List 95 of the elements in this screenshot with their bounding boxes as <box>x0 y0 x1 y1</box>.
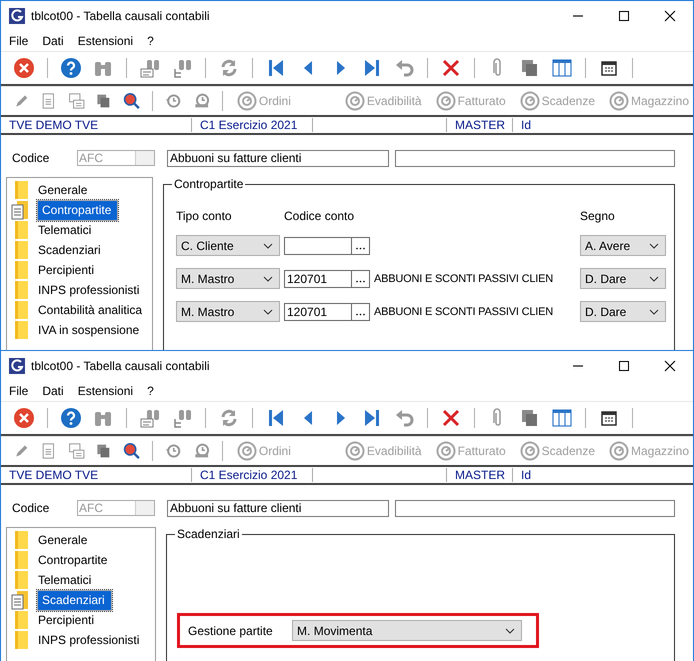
gauge-icon <box>236 91 257 111</box>
menu-item[interactable]: File <box>9 384 28 398</box>
ellipsis-icon <box>356 246 365 250</box>
section-item[interactable]: Percipienti <box>37 262 96 278</box>
gauge-icon <box>609 441 629 461</box>
lookup-button[interactable] <box>352 302 370 320</box>
delete-icon[interactable] <box>440 407 462 429</box>
input-field[interactable] <box>395 150 675 166</box>
group-title: Scadenziari <box>176 527 241 541</box>
section-item[interactable]: INPS professionisti <box>37 282 140 298</box>
status-field: MASTER <box>447 118 513 132</box>
close-icon[interactable] <box>664 10 676 22</box>
section-item[interactable]: Generale <box>37 182 88 198</box>
chevron-down-icon <box>649 308 659 314</box>
section-item[interactable]: Telematici <box>37 572 92 588</box>
section-item[interactable]: Contabilità analitica <box>37 302 144 318</box>
section-item[interactable]: INPS professionisti <box>37 632 140 648</box>
maximize-icon[interactable] <box>618 360 630 372</box>
gauge-icon <box>436 91 456 111</box>
close-circle-icon[interactable] <box>13 407 35 429</box>
section-item[interactable]: Scadenziari <box>37 242 102 258</box>
account-type-dropdown[interactable]: M. Mastro <box>176 268 280 289</box>
menu-item[interactable]: Estensioni <box>78 384 134 398</box>
chevron-down-icon <box>505 628 515 634</box>
account-type-dropdown[interactable]: M. Mastro <box>176 301 280 322</box>
gauge-icon <box>520 91 540 111</box>
gauge-icon <box>520 441 540 461</box>
window-layout-icon[interactable] <box>551 407 573 429</box>
status-field: C1 Esercizio 2021 <box>192 118 313 132</box>
magnifier-icon[interactable] <box>122 90 140 112</box>
status-field: C1 Esercizio 2021 <box>192 468 313 482</box>
app-logo-icon <box>9 8 25 24</box>
status-field: Id <box>513 468 532 482</box>
field-label: Gestione partite <box>188 624 274 638</box>
description-field[interactable]: Abbuoni su fatture clienti <box>167 500 389 516</box>
app-logo-icon <box>9 358 25 374</box>
help-icon[interactable] <box>60 57 82 79</box>
gauge-icon <box>609 91 629 111</box>
menu-item[interactable]: ? <box>147 384 154 398</box>
status-field: TVE DEMO TVE <box>1 468 192 482</box>
account-code-field[interactable]: 120701 <box>284 270 352 288</box>
chevron-down-icon <box>649 276 659 282</box>
chevron-down-icon <box>263 242 273 248</box>
input-field[interactable] <box>395 500 675 516</box>
column-header: Codice conto <box>284 209 356 223</box>
gauge-icon <box>236 441 257 461</box>
magnifier-icon[interactable] <box>122 440 140 462</box>
chevron-down-icon <box>649 242 659 248</box>
dropdown[interactable]: M. Movimenta <box>292 620 522 641</box>
group-title: Contropartite <box>173 177 244 191</box>
menu-item[interactable]: Dati <box>42 34 64 48</box>
field-label: Codice <box>12 151 50 165</box>
menu-item[interactable]: ? <box>147 34 154 48</box>
column-header: Tipo conto <box>176 209 233 223</box>
window-layout-icon[interactable] <box>551 57 573 79</box>
sign-dropdown[interactable]: D. Dare <box>580 301 666 322</box>
close-circle-icon[interactable] <box>13 57 35 79</box>
gauge-icon <box>436 441 456 461</box>
sign-dropdown[interactable]: A. Avere <box>580 235 666 256</box>
account-description: ABBUONI E SCONTI PASSIVI CLIEN <box>374 306 554 318</box>
status-field: Id <box>513 118 532 132</box>
section-item[interactable]: Telematici <box>37 222 92 238</box>
column-header: Segno <box>580 209 616 223</box>
menu-item[interactable]: Dati <box>42 384 64 398</box>
gauge-icon <box>344 91 365 111</box>
account-description: ABBUONI E SCONTI PASSIVI CLIEN <box>374 272 554 284</box>
ellipsis-icon <box>356 280 365 282</box>
field-label: Codice <box>12 501 50 515</box>
section-item[interactable]: Contropartite <box>37 200 118 220</box>
lookup-button[interactable] <box>352 270 370 288</box>
gauge-icon <box>344 441 365 461</box>
lookup-button[interactable] <box>352 236 370 254</box>
menu-item[interactable]: File <box>9 34 28 48</box>
ellipsis-icon <box>356 312 365 316</box>
account-code-field[interactable] <box>284 236 352 254</box>
window-title: tblcot00 - Tabella causali contabili <box>31 359 211 373</box>
section-item[interactable]: Contropartite <box>37 552 108 568</box>
maximize-icon[interactable] <box>618 10 630 22</box>
status-field: TVE DEMO TVE <box>1 118 192 132</box>
window-title: tblcot00 - Tabella causali contabili <box>31 9 211 23</box>
menu-item[interactable]: Estensioni <box>78 34 134 48</box>
section-item[interactable]: IVA in sospensione <box>37 322 140 338</box>
section-item[interactable]: Scadenziari <box>37 590 112 610</box>
status-field: MASTER <box>447 468 513 482</box>
close-icon[interactable] <box>664 360 676 372</box>
section-item[interactable]: Generale <box>37 532 88 548</box>
section-item[interactable]: Percipienti <box>37 612 96 628</box>
account-code-field[interactable]: 120701 <box>284 302 352 320</box>
sign-dropdown[interactable]: D. Dare <box>580 268 666 289</box>
help-icon[interactable] <box>60 407 82 429</box>
delete-icon[interactable] <box>440 57 462 79</box>
chevron-down-icon <box>263 308 273 314</box>
description-field[interactable]: Abbuoni su fatture clienti <box>167 150 389 166</box>
account-type-dropdown[interactable]: C. Cliente <box>176 235 280 256</box>
chevron-down-icon <box>263 276 273 282</box>
